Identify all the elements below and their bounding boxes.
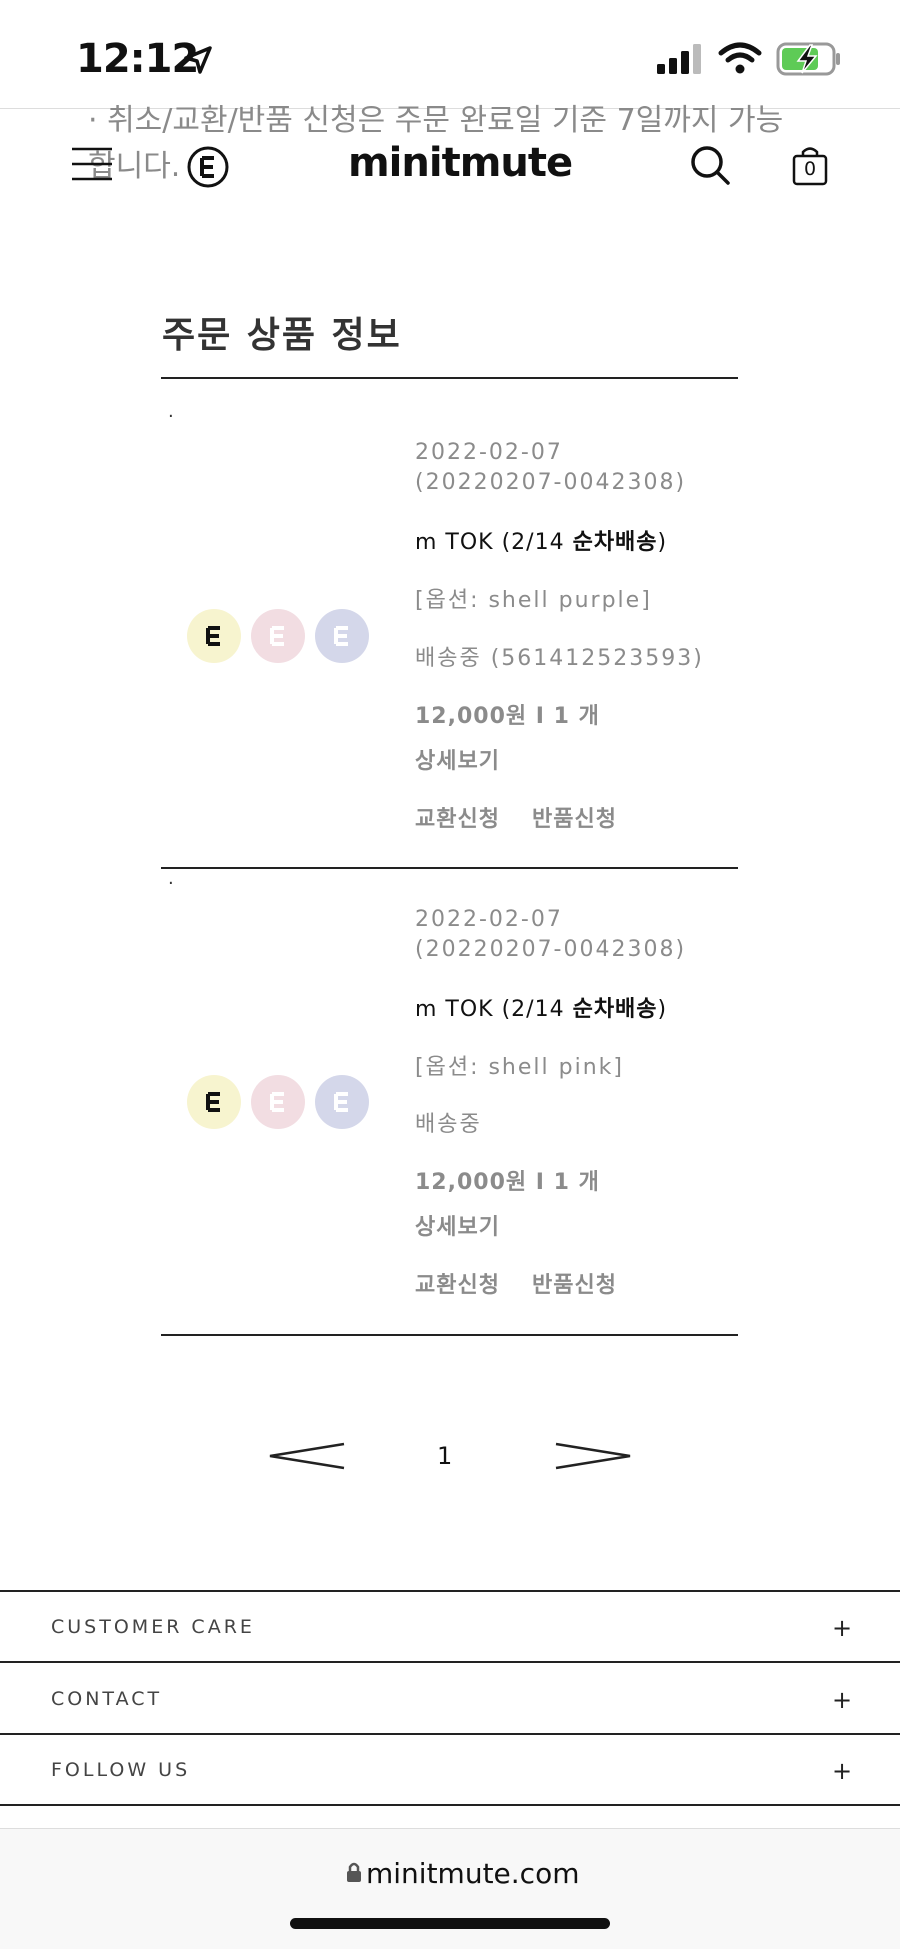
home-indicator[interactable] xyxy=(290,1918,610,1929)
product-option: [옵션: shell purple] xyxy=(415,588,652,613)
wifi-icon xyxy=(718,42,762,74)
plus-icon[interactable]: + xyxy=(832,1686,852,1714)
footer-divider xyxy=(0,1804,900,1806)
exchange-request-link[interactable]: 교환신청 xyxy=(415,801,500,833)
item-bullet: · xyxy=(168,873,174,894)
return-request-link[interactable]: 반품신청 xyxy=(532,1267,617,1299)
section-divider xyxy=(161,377,738,379)
location-arrow-icon xyxy=(184,46,212,74)
url-text[interactable]: minitmute.com xyxy=(366,1857,580,1890)
order-number: (20220207-0042308) xyxy=(415,470,687,495)
delivery-status: 배송중 xyxy=(415,1112,482,1137)
detail-link[interactable]: 상세보기 xyxy=(415,743,500,775)
product-name: m TOK (2/14 순차배송) xyxy=(415,530,668,555)
order-date: 2022-02-07 xyxy=(415,440,563,465)
order-date: 2022-02-07 xyxy=(415,907,563,932)
product-name: m TOK (2/14 순차배송) xyxy=(415,997,668,1022)
order-number: (20220207-0042308) xyxy=(415,937,687,962)
footer-customer-care-label[interactable]: CUSTOMER CARE xyxy=(51,1616,255,1638)
next-page-arrow-icon[interactable] xyxy=(554,1441,634,1471)
status-time: 12:12 xyxy=(76,36,199,82)
brand-logo[interactable]: minitmute xyxy=(348,140,573,186)
price-quantity: 12,000원 I 1 개 xyxy=(415,704,600,729)
product-option: [옵션: shell pink] xyxy=(415,1055,624,1080)
item-divider xyxy=(161,1334,738,1336)
hamburger-menu-icon[interactable] xyxy=(72,147,114,183)
item-bullet: · xyxy=(168,406,174,427)
section-title: 주문 상품 정보 xyxy=(162,315,402,356)
footer-follow-us-label[interactable]: FOLLOW US xyxy=(51,1759,190,1781)
product-thumbnail[interactable] xyxy=(186,608,370,664)
price-quantity: 12,000원 I 1 개 xyxy=(415,1170,600,1195)
item-divider xyxy=(161,867,738,869)
plus-icon[interactable]: + xyxy=(832,1614,852,1642)
exchange-request-link[interactable]: 교환신청 xyxy=(415,1267,500,1299)
plus-icon[interactable]: + xyxy=(832,1757,852,1785)
battery-charging-icon xyxy=(776,42,840,76)
cellular-signal-icon xyxy=(657,44,701,74)
delivery-status: 배송중 (561412523593) xyxy=(415,646,704,671)
prev-page-arrow-icon[interactable] xyxy=(266,1441,346,1471)
lock-icon xyxy=(347,1862,361,1882)
product-thumbnail[interactable] xyxy=(186,1074,370,1130)
search-icon[interactable] xyxy=(689,144,731,186)
footer-contact-label[interactable]: CONTACT xyxy=(51,1688,162,1710)
detail-link[interactable]: 상세보기 xyxy=(415,1209,500,1241)
brand-emblem-icon[interactable] xyxy=(186,145,230,189)
cart-count[interactable]: 0 xyxy=(792,158,828,180)
current-page-number[interactable]: 1 xyxy=(437,1442,452,1470)
return-request-link[interactable]: 반품신청 xyxy=(532,801,617,833)
